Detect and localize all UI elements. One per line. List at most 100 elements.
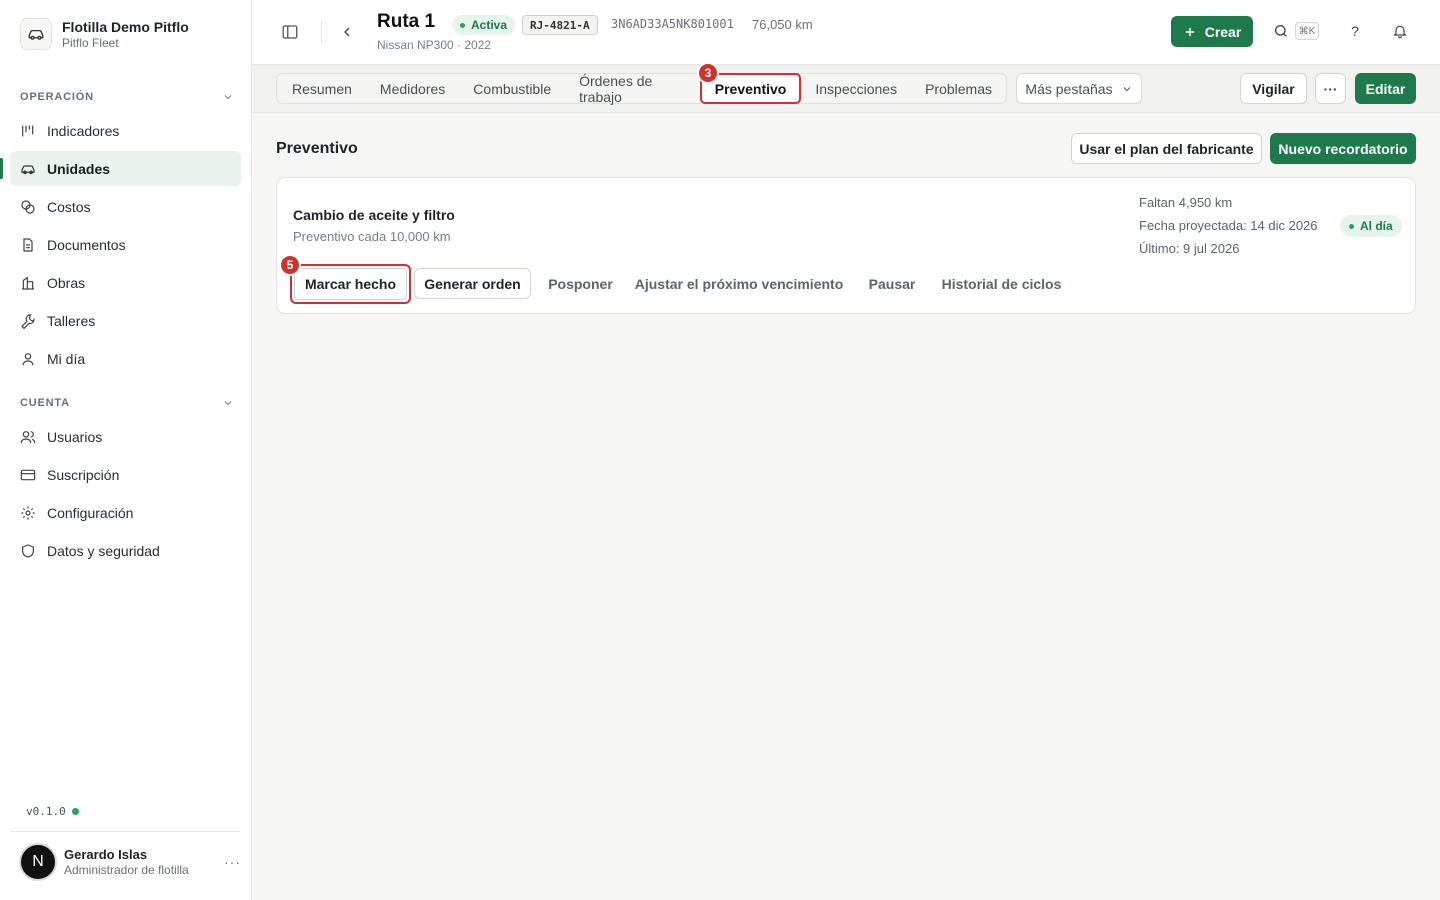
shield-icon — [22, 543, 34, 558]
more-tabs-label: Más pestañas — [1025, 80, 1113, 97]
more-actions-button[interactable]: ··· — [1315, 73, 1346, 104]
chart-icon — [22, 125, 34, 136]
bell-icon[interactable] — [1390, 21, 1410, 41]
section-operacion[interactable]: OPERACIÓN — [20, 91, 234, 103]
wrench-icon — [21, 313, 35, 329]
vehicle-model: Nissan NP300 · 2022 — [377, 38, 492, 52]
vin: 3N6AD33A5NK801001 — [611, 17, 734, 31]
back-icon[interactable] — [335, 20, 359, 44]
postpone-button[interactable]: Posponer — [543, 268, 618, 299]
page-header: Ruta 1 Activa RJ-4821-A 3N6AD33A5NK80100… — [252, 0, 1440, 64]
use-manufacturer-plan-button[interactable]: Usar el plan del fabricante — [1071, 133, 1262, 164]
status-label: Al día — [1360, 219, 1393, 233]
divider — [321, 20, 322, 44]
sidebar-item-suscripcion[interactable]: Suscripción — [10, 457, 241, 492]
sidebar-item-documentos[interactable]: Documentos — [10, 227, 241, 262]
tab-medidores[interactable]: Medidores — [366, 74, 459, 103]
user-menu[interactable]: N Gerardo Islas Administrador de flotill… — [19, 843, 241, 881]
plus-icon — [1185, 27, 1194, 36]
gear-icon — [21, 505, 35, 520]
status-label: Activa — [471, 18, 508, 32]
tab-problemas[interactable]: Problemas — [911, 74, 1006, 103]
sidebar-item-label: Mi día — [47, 350, 86, 367]
more-icon[interactable]: ··· — [224, 854, 241, 870]
search-icon[interactable] — [1271, 21, 1291, 41]
status-badge: Al día — [1340, 215, 1402, 237]
tab-combustible[interactable]: Combustible — [459, 74, 565, 103]
projected-date: Fecha proyectada: 14 dic 2026 — [1139, 218, 1318, 233]
tab-resumen[interactable]: Resumen — [278, 74, 366, 103]
chevron-down-icon — [1123, 86, 1130, 91]
tab-bar: Resumen Medidores Combustible Órdenes de… — [252, 62, 1440, 113]
help-icon[interactable]: ? — [1345, 21, 1365, 41]
sidebar-item-costos[interactable]: Costos — [10, 189, 241, 224]
sidebar-item-unidades[interactable]: Unidades — [0, 151, 241, 186]
sidebar-item-talleres[interactable]: Talleres — [10, 303, 241, 338]
document-icon — [23, 237, 33, 252]
status-dot — [460, 22, 465, 28]
sidebar-item-label: Configuración — [47, 504, 134, 521]
mark-done-label: Marcar hecho — [294, 268, 407, 300]
last-service: Último: 9 jul 2026 — [1139, 241, 1240, 256]
reminder-card: Cambio de aceite y filtro Preventivo cad… — [276, 177, 1416, 314]
sidebar-item-indicadores[interactable]: Indicadores — [10, 113, 241, 148]
shortcut-hint: ⌘K — [1295, 22, 1319, 40]
step-marker: 5 — [279, 254, 301, 276]
car-icon — [20, 18, 52, 50]
app-version: v0.1.0 — [26, 805, 79, 818]
coins-icon — [21, 199, 35, 214]
sidebar: Flotilla Demo Pitflo Pitflo Fleet OPERAC… — [0, 0, 252, 900]
chevron-down-icon — [224, 401, 232, 406]
person-icon — [22, 352, 34, 365]
new-reminder-button[interactable]: Nuevo recordatorio — [1270, 133, 1416, 164]
org-subtitle: Pitflo Fleet — [62, 36, 119, 50]
sidebar-item-usuarios[interactable]: Usuarios — [10, 419, 241, 454]
users-icon — [20, 430, 36, 443]
org-switcher[interactable]: Flotilla Demo Pitflo Pitflo Fleet — [20, 18, 189, 50]
sidebar-item-datos-seguridad[interactable]: Datos y seguridad — [10, 533, 241, 568]
cycle-history-button[interactable]: Historial de ciclos — [939, 268, 1064, 299]
generate-order-button[interactable]: Generar orden — [414, 268, 531, 299]
version-label: v0.1.0 — [26, 805, 66, 818]
sidebar-item-label: Unidades — [47, 160, 111, 177]
create-button[interactable]: Crear — [1171, 16, 1253, 47]
edit-button[interactable]: Editar — [1355, 73, 1416, 104]
status-dot — [71, 808, 79, 815]
reminder-title: Cambio de aceite y filtro — [293, 207, 455, 223]
tab-inspecciones[interactable]: Inspecciones — [801, 74, 911, 103]
page-title: Ruta 1 — [377, 11, 436, 32]
sidebar-item-obras[interactable]: Obras — [10, 265, 241, 300]
chevron-down-icon — [224, 95, 232, 100]
adjust-due-button[interactable]: Ajustar el próximo vencimiento — [634, 268, 844, 299]
building-icon — [22, 276, 34, 290]
license-plate: RJ-4821-A — [522, 15, 598, 35]
status-badge: Activa — [452, 15, 516, 35]
user-name: Gerardo Islas — [64, 847, 148, 862]
sidebar-item-label: Usuarios — [47, 428, 103, 445]
more-tabs-dropdown[interactable]: Más pestañas — [1016, 73, 1142, 104]
org-name: Flotilla Demo Pitflo — [62, 19, 189, 35]
sidebar-item-configuracion[interactable]: Configuración — [10, 495, 241, 530]
pause-button[interactable]: Pausar — [862, 268, 922, 299]
sidebar-item-label: Documentos — [47, 236, 126, 253]
tab-ordenes[interactable]: Órdenes de trabajo — [565, 73, 700, 105]
remaining-km: Faltan 4,950 km — [1139, 195, 1233, 210]
watch-button[interactable]: Vigilar — [1240, 73, 1307, 104]
sidebar-item-label: Indicadores — [47, 122, 120, 139]
sidebar-item-mi-dia[interactable]: Mi día — [10, 341, 241, 376]
avatar: N — [19, 843, 57, 881]
sidebar-toggle-icon[interactable] — [278, 20, 302, 44]
car-icon — [21, 164, 35, 174]
section-label: CUENTA — [20, 397, 70, 409]
step-marker: 3 — [697, 62, 719, 84]
mark-done-button[interactable]: Marcar hecho — [290, 264, 411, 304]
sidebar-item-label: Talleres — [47, 312, 96, 329]
tabs: Resumen Medidores Combustible Órdenes de… — [276, 73, 1007, 105]
status-dot — [1349, 223, 1354, 229]
sidebar-item-label: Obras — [47, 274, 86, 291]
section-label: OPERACIÓN — [20, 91, 94, 103]
section-cuenta[interactable]: CUENTA — [20, 397, 234, 409]
odometer: 76,050 km — [752, 17, 813, 32]
divider — [10, 831, 240, 832]
sidebar-item-label: Datos y seguridad — [47, 542, 160, 559]
